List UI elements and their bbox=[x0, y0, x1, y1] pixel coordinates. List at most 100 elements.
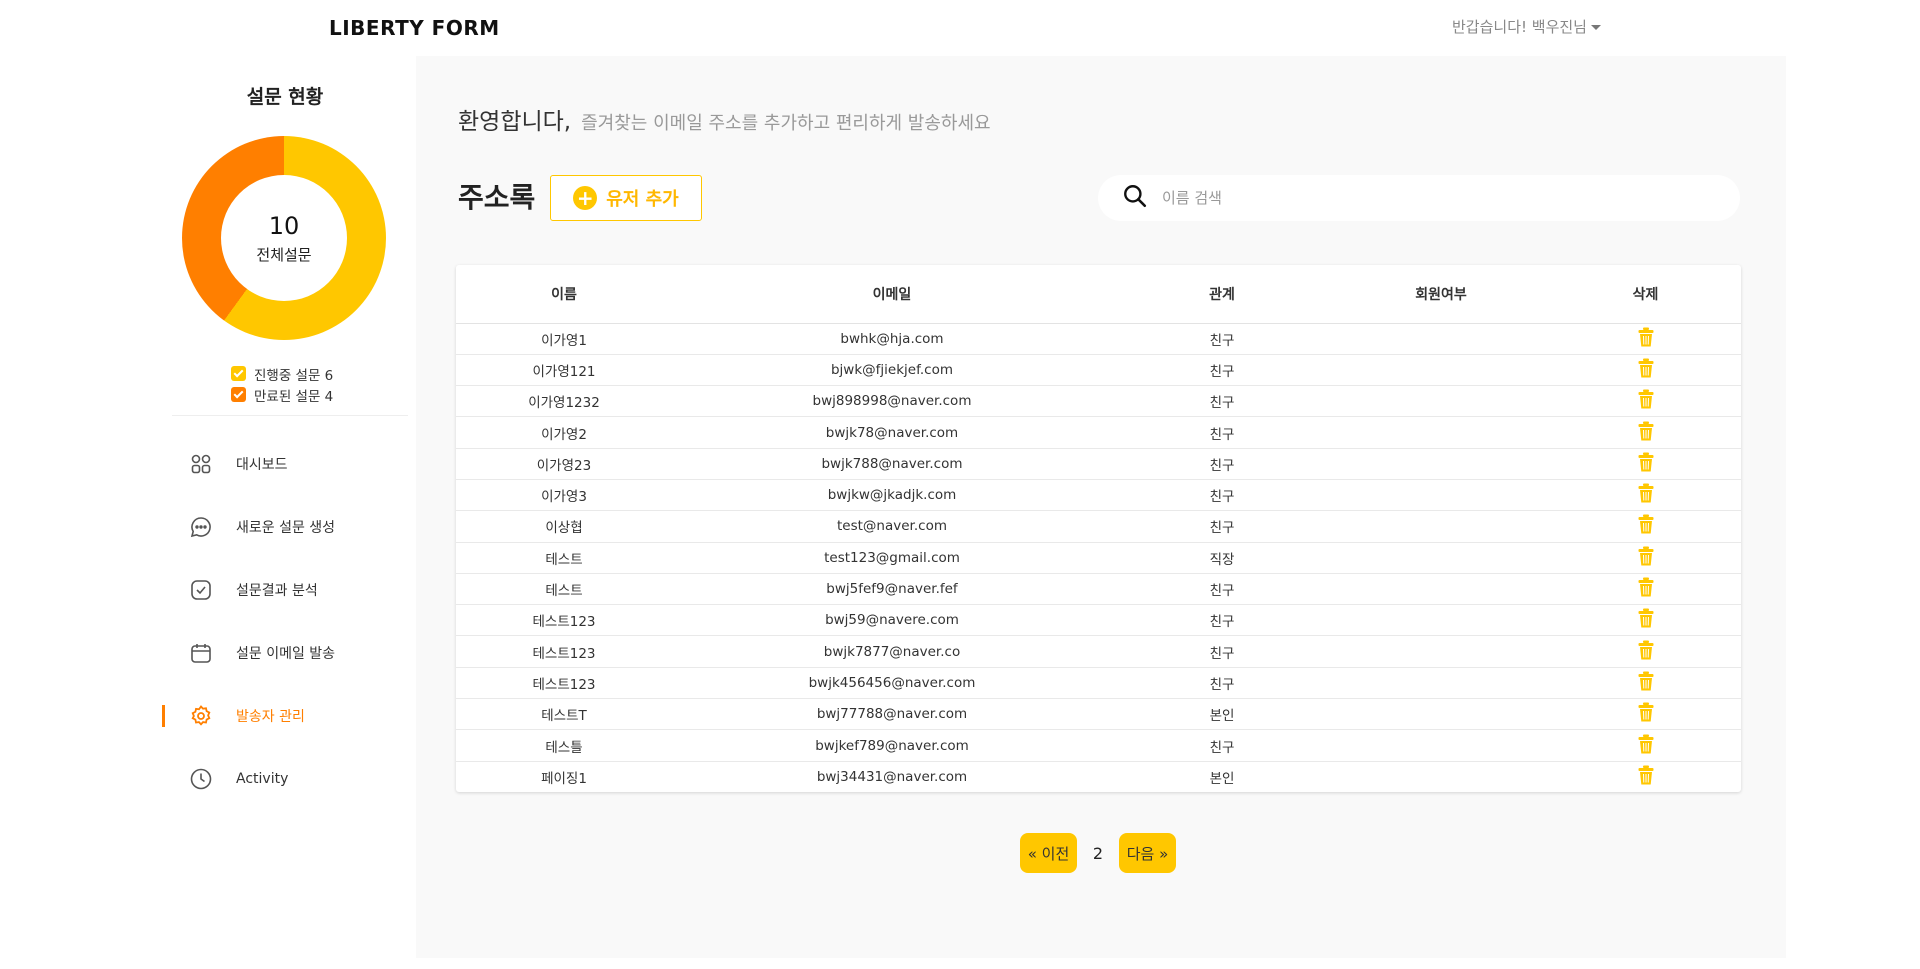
cell-email: bwjk788@naver.com bbox=[672, 448, 1112, 480]
sidebar-item-label: Activity bbox=[236, 770, 289, 787]
trash-icon[interactable] bbox=[1638, 734, 1654, 758]
app-logo[interactable]: LIBERTY FORM bbox=[329, 16, 500, 40]
cell-member bbox=[1332, 510, 1550, 543]
cell-member bbox=[1332, 416, 1550, 449]
trash-icon[interactable] bbox=[1638, 640, 1654, 664]
cell-relation: 본인 bbox=[1112, 698, 1332, 731]
cell-delete bbox=[1550, 479, 1741, 512]
donut-legend: 진행중 설문 6 만료된 설문 4 bbox=[231, 363, 333, 405]
cell-relation: 본인 bbox=[1209, 771, 1235, 788]
cell-delete bbox=[1550, 510, 1741, 543]
trash-icon[interactable] bbox=[1638, 389, 1654, 413]
trash-icon[interactable] bbox=[1638, 765, 1654, 789]
cell-name: 페이징1 bbox=[541, 771, 587, 788]
cell-relation: 친구 bbox=[1112, 354, 1332, 387]
donut-caption: 전체설문 bbox=[256, 245, 312, 264]
cell-email: bwjkef789@naver.com bbox=[672, 729, 1112, 762]
cell-name: 테스틀 bbox=[456, 729, 672, 762]
cell-name: 테스트 bbox=[456, 573, 672, 606]
cell-relation: 친구 bbox=[1112, 510, 1332, 543]
trash-icon[interactable] bbox=[1638, 577, 1654, 601]
table-row: 테스트 bwj5fef9@naver.fef 친구 bbox=[456, 573, 1741, 606]
checkbox-icon bbox=[231, 366, 246, 381]
table-row: 테스틀 bwjkef789@naver.com 친구 bbox=[456, 729, 1741, 762]
cell-email: bwjk456456@naver.com bbox=[672, 667, 1112, 700]
cell-delete bbox=[1550, 698, 1741, 731]
cell-relation: 친구 bbox=[1112, 667, 1332, 700]
cell-delete bbox=[1550, 729, 1741, 762]
cell-email: bwjk7877@naver.co bbox=[672, 635, 1112, 668]
sidebar-item-dashboard[interactable]: 대시보드 bbox=[172, 432, 408, 495]
cell-email: bwj34431@naver.com bbox=[816, 769, 968, 786]
table-row: 이가영2 bwjk78@naver.com 친구 bbox=[456, 416, 1741, 449]
main-content: 환영합니다, 즐겨찾는 이메일 주소를 추가하고 편리하게 발송하세요 주소록 … bbox=[416, 56, 1786, 958]
check-square-icon bbox=[188, 577, 214, 603]
sidebar-nav: 대시보드새로운 설문 생성 설문결과 분석설문 이메일 발송발송자 관리 Activ… bbox=[162, 432, 408, 810]
dashboard-icon bbox=[188, 451, 214, 477]
cell-email: bwj59@navere.com bbox=[672, 604, 1112, 637]
cell-name: 테스트 bbox=[456, 542, 672, 574]
add-user-button[interactable]: + 유저 추가 bbox=[550, 175, 702, 221]
sidebar-item-survey-analysis[interactable]: 설문결과 분석 bbox=[172, 558, 408, 621]
active-indicator bbox=[162, 705, 165, 727]
cell-delete bbox=[1550, 323, 1741, 355]
sidebar-item-label: 설문 이메일 발송 bbox=[236, 645, 336, 662]
trash-icon[interactable] bbox=[1638, 327, 1654, 351]
cell-name: 이상협 bbox=[456, 510, 672, 543]
trash-icon[interactable] bbox=[1638, 452, 1654, 476]
welcome-title: 환영합니다, bbox=[458, 109, 572, 135]
cell-delete bbox=[1550, 354, 1741, 387]
cell-name: 테스트123 bbox=[456, 635, 672, 668]
trash-icon[interactable] bbox=[1638, 483, 1654, 507]
cell-relation: 친구 bbox=[1112, 479, 1332, 512]
table-row: 테스트123 bwjk7877@naver.co 친구 bbox=[456, 635, 1741, 668]
table-row: 테스트123 bwjk456456@naver.com 친구 bbox=[456, 667, 1741, 700]
cell-delete bbox=[1550, 761, 1741, 792]
column-header-member: 회원여부 bbox=[1332, 265, 1550, 324]
caret-down-icon bbox=[1590, 25, 1601, 30]
trash-icon[interactable] bbox=[1638, 421, 1654, 445]
add-user-label: 유저 추가 bbox=[606, 189, 679, 210]
trash-icon[interactable] bbox=[1638, 671, 1654, 695]
table-row: 이가영1 bwhk@hja.com 친구 bbox=[456, 323, 1741, 355]
table-row: 페이징1 bwj34431@naver.com 본인 bbox=[456, 761, 1741, 792]
donut-center: 10 전체설문 bbox=[221, 175, 347, 301]
cell-relation: 직장 bbox=[1112, 542, 1332, 574]
cell-member bbox=[1332, 323, 1550, 355]
sidebar-item-email-send[interactable]: 설문 이메일 발송 bbox=[172, 621, 408, 684]
trash-icon[interactable] bbox=[1638, 702, 1654, 726]
cell-email: bwj898998@naver.com bbox=[672, 385, 1112, 418]
cell-delete bbox=[1550, 604, 1741, 637]
column-header-email: 이메일 bbox=[672, 265, 1112, 324]
trash-icon[interactable] bbox=[1638, 514, 1654, 538]
user-menu-dropdown[interactable]: 반갑습니다! 백우진님 bbox=[1452, 16, 1601, 37]
trash-icon[interactable] bbox=[1638, 546, 1654, 570]
cell-member bbox=[1332, 635, 1550, 668]
survey-status-title: 설문 현황 bbox=[246, 86, 324, 108]
cell-name: 테스트123 bbox=[456, 604, 672, 637]
cell-email: bwjkw@jkadjk.com bbox=[672, 479, 1112, 512]
user-greeting: 반갑습니다! 백우진님 bbox=[1452, 18, 1587, 36]
cell-name: 테스트T bbox=[456, 698, 672, 731]
table-header-row: 이름 이메일 관계 회원여부 삭제 bbox=[456, 265, 1741, 324]
cell-name: 이가영23 bbox=[456, 448, 672, 480]
current-page-number[interactable]: 2 bbox=[1077, 844, 1119, 863]
sidebar-item-new-survey[interactable]: 새로운 설문 생성 bbox=[172, 495, 408, 558]
table-row: 이상협 test@naver.com 친구 bbox=[456, 510, 1741, 543]
cell-relation: 친구 bbox=[1112, 416, 1332, 449]
column-header-name: 이름 bbox=[456, 265, 672, 324]
sidebar-item-activity[interactable]: Activity bbox=[172, 747, 408, 810]
sidebar-item-sender-management[interactable]: 발송자 관리 bbox=[162, 684, 408, 747]
page-title: 주소록 bbox=[458, 181, 536, 214]
trash-icon[interactable] bbox=[1638, 608, 1654, 632]
cell-email: bwj77788@naver.com bbox=[672, 698, 1112, 731]
cell-member bbox=[1332, 698, 1550, 731]
sidebar-item-label: 대시보드 bbox=[236, 456, 288, 473]
next-page-button[interactable]: 다음 » bbox=[1119, 833, 1176, 873]
trash-icon[interactable] bbox=[1638, 358, 1654, 382]
table-row: 이가영1232 bwj898998@naver.com 친구 bbox=[456, 385, 1741, 418]
prev-page-button[interactable]: « 이전 bbox=[1020, 833, 1077, 873]
cell-name: 이가영1232 bbox=[456, 385, 672, 418]
search-input[interactable] bbox=[1162, 189, 1722, 207]
sidebar-divider bbox=[172, 415, 408, 416]
